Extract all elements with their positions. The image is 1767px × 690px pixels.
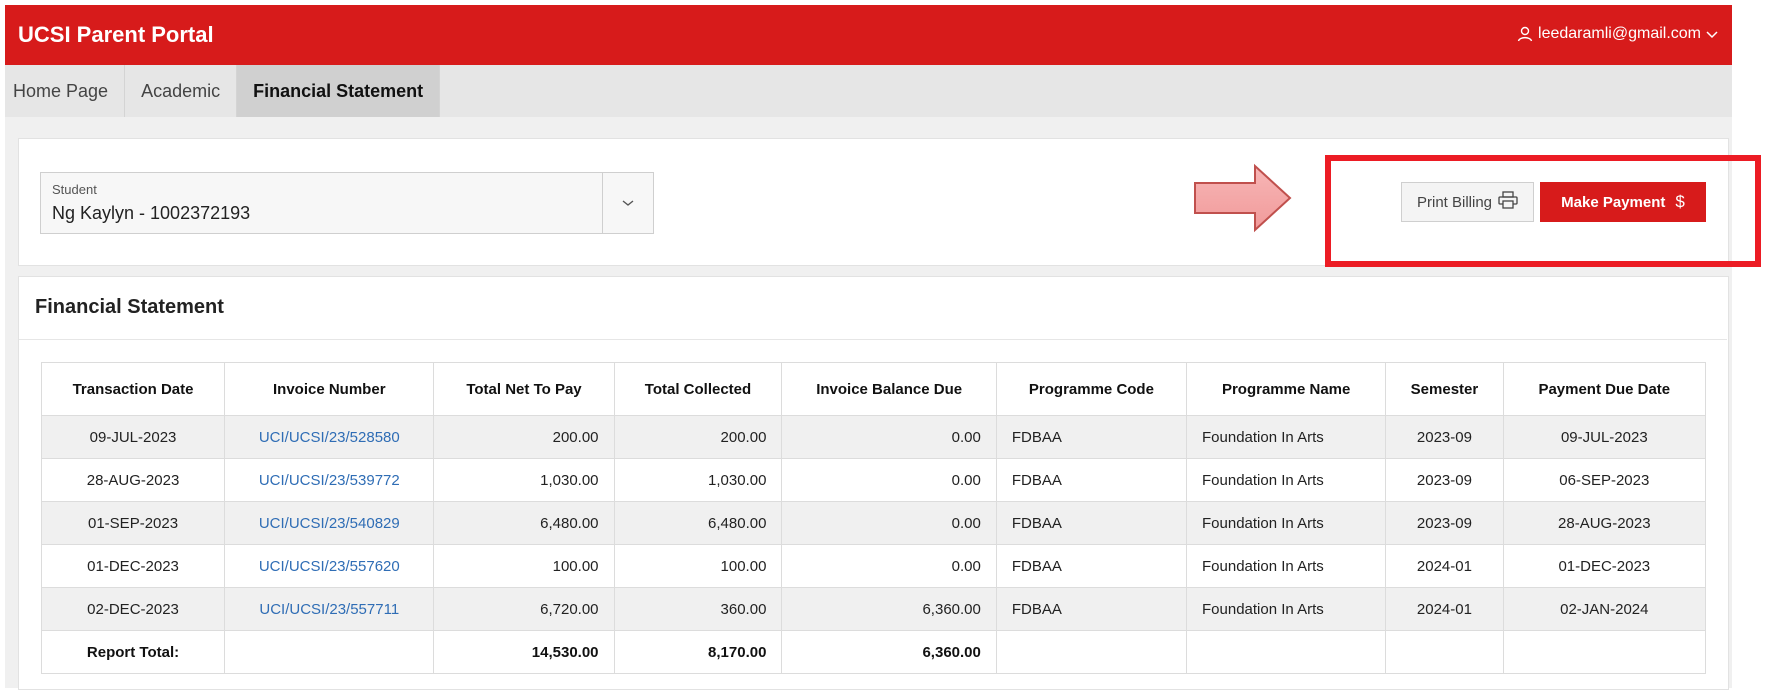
right-arrow-annotation [1194,163,1292,233]
total-collected: 8,170.00 [613,630,783,674]
top-header: UCSI Parent Portal leedaramli@gmail.com [5,5,1732,65]
collected: 1,030.00 [613,458,783,502]
payment-due-date: 28-AUG-2023 [1502,501,1707,545]
net-to-pay: 1,030.00 [433,458,615,502]
tab-financial-statement[interactable]: Financial Statement [237,65,441,117]
table-row: 01-DEC-2023 UCI/UCSI/23/557620 100.00 10… [40,544,1707,588]
app-title[interactable]: UCSI Parent Portal [18,22,214,48]
collected: 100.00 [613,544,783,588]
programme-code: FDBAA [995,458,1188,502]
printer-icon [1498,191,1518,213]
programme-code: FDBAA [995,544,1188,588]
empty-cell [995,630,1188,674]
invoice-link[interactable]: UCI/UCSI/23/557620 [224,544,435,588]
student-select[interactable]: Student Ng Kaylyn - 1002372193 [40,172,654,234]
chevron-down-icon [1706,29,1718,39]
payment-due-date: 06-SEP-2023 [1502,458,1707,502]
student-select-value: Ng Kaylyn - 1002372193 [52,203,251,223]
invoice-link[interactable]: UCI/UCSI/23/557711 [224,587,435,631]
programme-name: Foundation In Arts [1186,544,1387,588]
semester: 2023-09 [1385,501,1504,545]
semester: 2023-09 [1385,458,1504,502]
total-net-to-pay: 14,530.00 [433,630,615,674]
empty-cell [1385,630,1504,674]
payment-due-date: 09-JUL-2023 [1502,415,1707,459]
net-to-pay: 6,720.00 [433,587,615,631]
payment-due-date: 02-JAN-2024 [1502,587,1707,631]
col-header[interactable]: Invoice Balance Due [781,362,997,416]
payment-due-date: 01-DEC-2023 [1502,544,1707,588]
user-icon [1517,26,1533,42]
student-select-label: Student [52,182,97,197]
col-header[interactable]: Invoice Number [224,362,435,416]
balance-due: 0.00 [781,415,997,459]
programme-name: Foundation In Arts [1186,587,1387,631]
dollar-icon: $ [1675,192,1685,211]
table-row: 01-SEP-2023 UCI/UCSI/23/540829 6,480.00 … [40,501,1707,545]
balance-due: 0.00 [781,458,997,502]
programme-code: FDBAA [995,415,1188,459]
col-header[interactable]: Transaction Date [40,362,226,416]
empty-cell [224,630,435,674]
invoice-link[interactable]: UCI/UCSI/23/539772 [224,458,435,502]
transaction-date: 09-JUL-2023 [40,415,226,459]
collected: 6,480.00 [613,501,783,545]
table-row: 28-AUG-2023 UCI/UCSI/23/539772 1,030.00 … [40,458,1707,502]
col-header[interactable]: Programme Code [995,362,1188,416]
tab-home-page[interactable]: Home Page [5,65,126,117]
table-header-row: Transaction Date Invoice Number Total Ne… [40,362,1707,416]
collected: 360.00 [613,587,783,631]
financial-statement-table: Transaction Date Invoice Number Total Ne… [40,362,1707,674]
table-row: 02-DEC-2023 UCI/UCSI/23/557711 6,720.00 … [40,587,1707,631]
semester: 2023-09 [1385,415,1504,459]
make-payment-label: Make Payment [1561,193,1666,211]
table-row: 09-JUL-2023 UCI/UCSI/23/528580 200.00 20… [40,415,1707,459]
net-to-pay: 100.00 [433,544,615,588]
card-divider [19,339,1727,340]
user-email: leedaramli@gmail.com [1538,25,1701,42]
net-to-pay: 200.00 [433,415,615,459]
print-billing-button[interactable]: Print Billing [1401,182,1534,222]
invoice-link[interactable]: UCI/UCSI/23/540829 [224,501,435,545]
programme-name: Foundation In Arts [1186,458,1387,502]
net-to-pay: 6,480.00 [433,501,615,545]
report-total-row: Report Total: 14,530.00 8,170.00 6,360.0… [40,630,1707,674]
empty-cell [1186,630,1387,674]
balance-due: 0.00 [781,501,997,545]
chevron-down-icon[interactable] [602,173,653,233]
user-menu[interactable]: leedaramli@gmail.com [1517,25,1718,43]
tab-academic[interactable]: Academic [125,65,238,117]
print-billing-label: Print Billing [1416,193,1493,211]
programme-code: FDBAA [995,501,1188,545]
programme-name: Foundation In Arts [1186,415,1387,459]
main-nav: Home Page Academic Financial Statement [5,65,1732,117]
col-header[interactable]: Total Net To Pay [433,362,615,416]
total-balance-due: 6,360.00 [781,630,997,674]
programme-code: FDBAA [995,587,1188,631]
balance-due: 6,360.00 [781,587,997,631]
transaction-date: 02-DEC-2023 [40,587,226,631]
invoice-link[interactable]: UCI/UCSI/23/528580 [224,415,435,459]
semester: 2024-01 [1385,587,1504,631]
report-total-label: Report Total: [40,630,226,674]
col-header[interactable]: Payment Due Date [1502,362,1707,416]
transaction-date: 01-DEC-2023 [40,544,226,588]
semester: 2024-01 [1385,544,1504,588]
col-header[interactable]: Programme Name [1186,362,1387,416]
col-header[interactable]: Total Collected [613,362,783,416]
programme-name: Foundation In Arts [1186,501,1387,545]
make-payment-button[interactable]: Make Payment $ [1540,182,1706,222]
transaction-date: 01-SEP-2023 [40,501,226,545]
collected: 200.00 [613,415,783,459]
transaction-date: 28-AUG-2023 [40,458,226,502]
card-title: Financial Statement [35,296,224,318]
empty-cell [1502,630,1707,674]
balance-due: 0.00 [781,544,997,588]
col-header[interactable]: Semester [1385,362,1504,416]
